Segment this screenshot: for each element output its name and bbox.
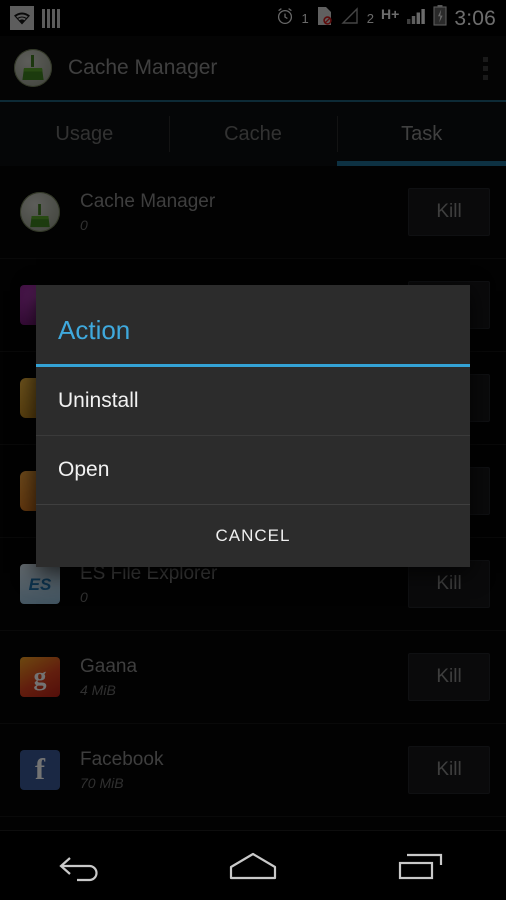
- android-screen: 1 2 H+ 3:06: [0, 0, 506, 900]
- back-icon[interactable]: [44, 842, 124, 890]
- dialog-item-open[interactable]: Open: [36, 436, 470, 505]
- cancel-button[interactable]: CANCEL: [36, 505, 470, 567]
- home-icon[interactable]: [213, 842, 293, 890]
- action-dialog: Action Uninstall Open CANCEL: [36, 285, 470, 567]
- recent-apps-icon[interactable]: [382, 842, 462, 890]
- dialog-title: Action: [58, 315, 131, 345]
- navigation-bar: [0, 830, 506, 900]
- dialog-item-uninstall[interactable]: Uninstall: [36, 367, 470, 436]
